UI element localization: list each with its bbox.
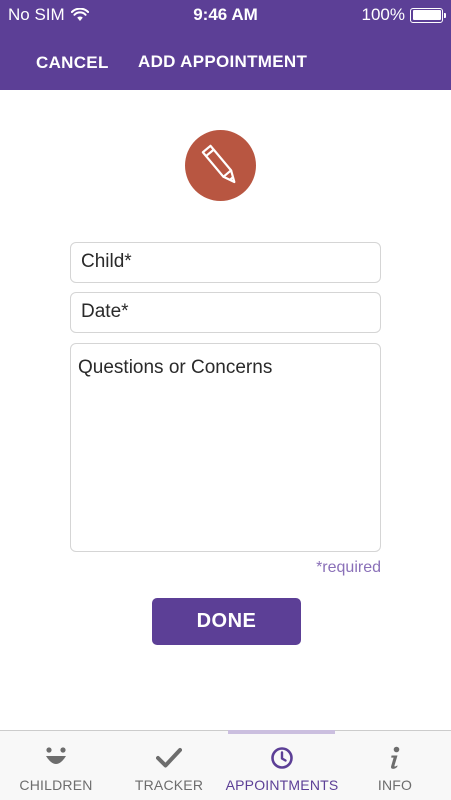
battery-icon	[410, 7, 446, 23]
app-header: No SIM 9:46 AM 100% CANCEL ADD APPOINTME…	[0, 0, 451, 90]
questions-textarea[interactable]: Questions or Concerns	[70, 343, 381, 552]
done-button[interactable]: DONE	[152, 598, 301, 645]
tab-info[interactable]: INFO	[339, 731, 451, 800]
tab-tracker[interactable]: TRACKER	[113, 731, 225, 800]
pencil-icon	[185, 130, 256, 201]
tab-label: INFO	[377, 777, 413, 793]
nav-bar: CANCEL ADD APPOINTMENT	[0, 44, 451, 80]
tab-bar: CHILDREN TRACKER APPOINTMENTS INFO	[0, 730, 451, 800]
date-field[interactable]: Date*	[70, 292, 381, 333]
cancel-button[interactable]: CANCEL	[36, 53, 109, 73]
status-bar: No SIM 9:46 AM 100%	[0, 0, 451, 30]
tab-label: TRACKER	[134, 777, 204, 793]
required-note: *required	[316, 559, 381, 576]
tab-appointments[interactable]: APPOINTMENTS	[226, 731, 338, 800]
smiley-face-icon	[45, 743, 67, 773]
page-title: ADD APPOINTMENT	[138, 52, 308, 71]
child-field[interactable]: Child*	[70, 242, 381, 283]
battery-percent: 100%	[361, 5, 405, 24]
clock-icon	[270, 743, 294, 773]
info-icon	[388, 743, 402, 773]
status-right: 100%	[361, 5, 446, 25]
tab-children[interactable]: CHILDREN	[0, 731, 112, 800]
battery-level	[412, 10, 441, 20]
checkmark-icon	[156, 743, 182, 773]
tab-label: CHILDREN	[19, 777, 93, 793]
tab-label: APPOINTMENTS	[225, 777, 339, 793]
